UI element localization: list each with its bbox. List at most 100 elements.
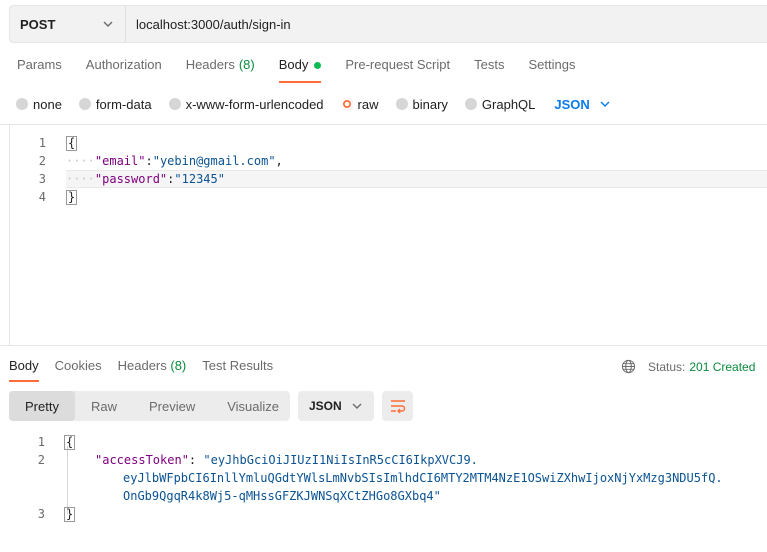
view-tab-preview[interactable]: Preview [133,391,211,421]
tab-tests[interactable]: Tests [474,57,504,83]
radio-label: raw [357,96,379,112]
wrap-lines-icon [390,400,405,413]
url-input[interactable]: localhost:3000/auth/sign-in [126,17,291,32]
radio-x-www-form-urlencoded[interactable]: x-www-form-urlencoded [168,96,324,112]
radio-graphql[interactable]: GraphQL [464,96,536,112]
radio-label: none [33,96,62,112]
method-label: POST [20,16,56,32]
response-status: Status: 201 Created [621,359,755,374]
line-number: 1 [37,435,45,449]
response-tabs: Body Cookies Headers (8) Test Results [9,358,289,382]
indent-guide: ···· [66,172,95,186]
code-line: 2 ····"email":"yebin@gmail.com", [10,152,767,170]
tab-label: Tests [474,57,505,72]
response-body-editor[interactable]: 1 { 2 "accessToken": "eyJhbGciOiJIUzI1Ni… [0,430,767,552]
tab-label: Headers [117,358,167,373]
radio-raw[interactable]: raw [340,96,379,112]
tab-response-body[interactable]: Body [9,358,39,382]
close-brace: } [66,189,78,205]
divider [0,345,767,346]
tab-label: Settings [528,57,576,72]
json-value-continued: OnGb9QgqR4k8Wj5-qMHssGFZKJWNSqXCtZHGo8GX… [123,489,441,503]
response-format-select[interactable]: JSON [298,391,374,421]
status-label: Status: [648,359,686,374]
radio-icon [395,98,408,110]
open-brace: { [66,135,78,151]
radio-none[interactable]: none [16,97,62,112]
view-tab-pretty[interactable]: Pretty [9,391,75,421]
globe-icon[interactable] [621,359,636,374]
tab-label: Authorization [85,57,162,72]
chevron-down-icon [600,101,610,107]
wrap-lines-button[interactable] [382,391,413,421]
tab-cookies[interactable]: Cookies [55,358,102,382]
tab-label: Headers [185,57,235,72]
headers-count: (8) [170,358,187,373]
tab-label: Body [278,57,309,72]
tab-params[interactable]: Params [17,57,62,83]
code-line: 1 { [10,134,767,152]
radio-icon [464,98,477,110]
code-line: 1 { [0,433,76,451]
line-number: 3 [37,507,45,521]
body-indicator-dot [314,62,322,69]
code-line: 4 } [10,188,767,206]
line-number: 4 [38,190,46,204]
tab-label: Pre-request Script [345,57,451,72]
json-key: "email" [94,154,146,168]
radio-icon [78,98,91,110]
code-line: 2 "accessToken": "eyJhbGciOiJIUzI1NiIsIn… [0,451,478,469]
tab-headers[interactable]: Headers (8) [186,57,255,83]
line-number: 2 [37,453,45,467]
json-value-continued: eyJlbWFpbCI6InllYmluQGdtYWlsLmNvbSIsImlh… [123,471,723,485]
close-brace: } [64,506,76,522]
tab-test-results[interactable]: Test Results [202,358,273,382]
radio-binary[interactable]: binary [395,96,448,112]
json-key: "password" [94,172,168,186]
radio-icon [168,98,181,110]
response-format-label: JSON [309,399,342,413]
radio-label: form-data [95,96,152,112]
radio-form-data[interactable]: form-data [78,96,152,112]
tab-label: Body [9,358,39,373]
code-line: 3 [10,170,50,188]
chevron-down-icon [103,21,113,27]
body-type-options: none form-data x-www-form-urlencoded raw… [16,96,610,112]
view-tab-raw[interactable]: Raw [75,391,133,421]
request-url-bar: POST localhost:3000/auth/sign-in [9,5,767,43]
radio-label: GraphQL [481,96,536,112]
tab-label: Params [17,57,62,72]
body-format-select[interactable]: JSON [554,96,610,112]
request-body-editor[interactable]: 1 { 2 ····"email":"yebin@gmail.com", ···… [9,125,767,345]
tab-body[interactable]: Body [278,57,322,83]
radio-label: x-www-form-urlencoded [185,96,324,112]
status-value: 201 Created [689,359,756,374]
radio-checked-icon [340,98,353,110]
code-line-highlighted: ····"password":"12345" [66,170,767,188]
view-tab-visualize[interactable]: Visualize [211,391,295,421]
tab-response-headers[interactable]: Headers (8) [118,358,187,382]
tab-label: Cookies [54,358,102,373]
body-format-label: JSON [554,96,590,112]
line-number: 2 [38,154,46,168]
response-view-tabs: Pretty Raw Preview Visualize [9,391,290,421]
tab-authorization[interactable]: Authorization [86,57,162,83]
radio-label: binary [412,96,448,112]
json-value: "12345" [174,172,225,186]
line-number: 3 [38,172,46,186]
open-brace: { [64,434,76,450]
request-tabs: Params Authorization Headers (8) Body Pre… [17,57,599,83]
headers-count: (8) [238,57,255,72]
method-select[interactable]: POST [10,6,126,42]
tab-settings[interactable]: Settings [528,57,575,83]
line-number: 1 [38,136,46,150]
json-value: "yebin@gmail.com" [152,154,276,168]
indent-guide: ···· [66,154,95,168]
code-line: 3 } [0,505,76,523]
chevron-down-icon [352,403,362,409]
json-key: "accessToken" [95,453,189,467]
tab-label: Test Results [202,358,274,373]
radio-icon [16,98,28,110]
json-value: "eyJhbGciOiJIUzI1NiIsInR5cCI6IkpXVCJ9. [203,453,478,467]
tab-pre-request-script[interactable]: Pre-request Script [345,57,450,83]
